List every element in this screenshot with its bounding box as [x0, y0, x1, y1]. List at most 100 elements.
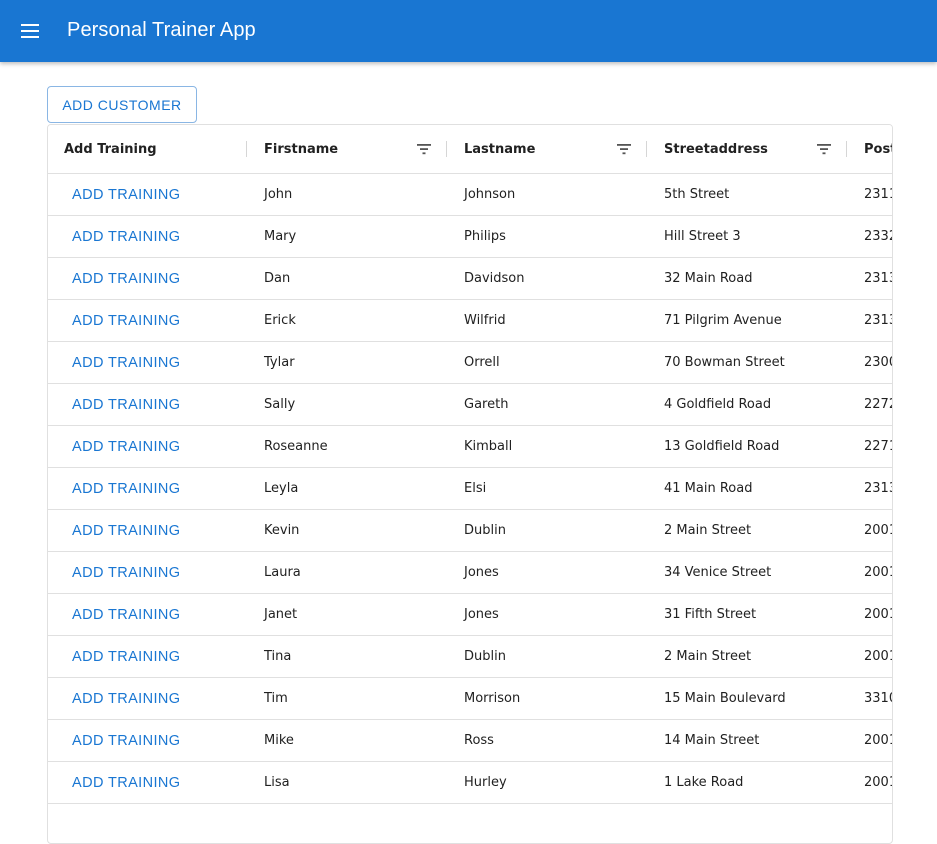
cell-firstname: Tim [264, 691, 288, 706]
cell-firstname: Sally [264, 397, 296, 412]
table-row[interactable]: ADD TRAINING Tina Dublin 2 Main Street 2001 [48, 636, 892, 678]
table-row[interactable]: ADD TRAINING Leyla Elsi 41 Main Road 2313 [48, 468, 892, 510]
add-training-button[interactable]: ADD TRAINING [72, 228, 180, 246]
cell-firstname: Tylar [264, 355, 295, 370]
hamburger-menu-icon[interactable] [15, 15, 47, 47]
add-training-button[interactable]: ADD TRAINING [72, 606, 180, 624]
add-training-button[interactable]: ADD TRAINING [72, 648, 180, 666]
cell-streetaddress: Hill Street 3 [664, 229, 741, 244]
grid-header: Add Training Firstname Lastname Streetad… [48, 125, 892, 174]
column-separator[interactable] [646, 141, 647, 157]
filter-icon[interactable] [616, 141, 632, 157]
table-row[interactable]: ADD TRAINING John Johnson 5th Street 2311 [48, 174, 892, 216]
filter-icon[interactable] [416, 141, 432, 157]
cell-postcode: 2313 [864, 481, 892, 496]
cell-streetaddress: 70 Bowman Street [664, 355, 785, 370]
cell-streetaddress: 2 Main Street [664, 523, 752, 538]
add-training-button[interactable]: ADD TRAINING [72, 522, 180, 540]
grid-body: ADD TRAININGJohnJohnson5th Street2311ADD… [48, 174, 892, 804]
table-row[interactable]: ADD TRAINING Erick Wilfrid 71 Pilgrim Avenu… [48, 300, 892, 342]
cell-firstname: Lisa [264, 775, 290, 790]
cell-streetaddress: 41 Main Road [664, 481, 753, 496]
cell-postcode: 2001 [864, 607, 892, 622]
cell-postcode: 2272 [864, 397, 892, 412]
cell-lastname: Wilfrid [464, 313, 506, 328]
cell-lastname: Morrison [464, 691, 521, 706]
cell-lastname: Elsi [464, 481, 487, 496]
cell-postcode: 2001 [864, 523, 892, 538]
add-training-button[interactable]: ADD TRAINING [72, 312, 180, 330]
cell-firstname: Janet [264, 607, 298, 622]
table-row[interactable]: ADD TRAINING Tylar Orrell 70 Bowman Street 2… [48, 342, 892, 384]
column-separator[interactable] [246, 141, 247, 157]
add-training-button[interactable]: ADD TRAINING [72, 438, 180, 456]
cell-postcode: 2300 [864, 355, 892, 370]
cell-streetaddress: 5th Street [664, 187, 730, 202]
table-row[interactable]: ADD TRAINING Sally Gareth 4 Goldfield Road 2… [48, 384, 892, 426]
column-header-firstname[interactable]: Firstname [264, 125, 338, 173]
cell-postcode: 2271 [864, 439, 892, 454]
cell-firstname: Dan [264, 271, 291, 286]
customer-grid: Add Training Firstname Lastname Streetad… [47, 124, 893, 844]
cell-streetaddress: 13 Goldfield Road [664, 439, 780, 454]
cell-lastname: Davidson [464, 271, 525, 286]
cell-postcode: 3310 [864, 691, 892, 706]
table-row[interactable]: ADD TRAINING Dan Davidson 32 Main Road 2313 [48, 258, 892, 300]
filter-icon[interactable] [816, 141, 832, 157]
cell-lastname: Kimball [464, 439, 513, 454]
cell-postcode: 2311 [864, 187, 892, 202]
table-row[interactable]: ADD TRAINING Mike Ross 14 Main Street 2001 [48, 720, 892, 762]
table-row[interactable]: ADD TRAINING Janet Jones 31 Fifth Street 200… [48, 594, 892, 636]
cell-lastname: Dublin [464, 523, 506, 538]
cell-lastname: Dublin [464, 649, 506, 664]
cell-lastname: Jones [464, 565, 499, 580]
column-header-lastname[interactable]: Lastname [464, 125, 535, 173]
cell-streetaddress: 2 Main Street [664, 649, 752, 664]
cell-postcode: 2001 [864, 565, 892, 580]
add-training-button[interactable]: ADD TRAINING [72, 480, 180, 498]
cell-lastname: Jones [464, 607, 499, 622]
table-row[interactable]: ADD TRAINING Lisa Hurley 1 Lake Road 2001 [48, 762, 892, 804]
add-training-button[interactable]: ADD TRAINING [72, 690, 180, 708]
cell-lastname: Philips [464, 229, 506, 244]
cell-streetaddress: 4 Goldfield Road [664, 397, 772, 412]
app-bar: Personal Trainer App [0, 0, 937, 62]
add-training-button[interactable]: ADD TRAINING [72, 564, 180, 582]
add-training-button[interactable]: ADD TRAINING [72, 732, 180, 750]
table-row[interactable]: ADD TRAINING Laura Jones 34 Venice Street 20… [48, 552, 892, 594]
cell-lastname: Gareth [464, 397, 509, 412]
cell-streetaddress: 1 Lake Road [664, 775, 744, 790]
cell-firstname: Leyla [264, 481, 299, 496]
cell-firstname: John [264, 187, 293, 202]
cell-firstname: Roseanne [264, 439, 328, 454]
table-row[interactable]: ADD TRAINING Tim Morrison 15 Main Boulevard… [48, 678, 892, 720]
cell-streetaddress: 71 Pilgrim Avenue [664, 313, 782, 328]
cell-firstname: Mike [264, 733, 294, 748]
column-separator[interactable] [846, 141, 847, 157]
column-header-add-training[interactable]: Add Training [64, 125, 157, 173]
cell-lastname: Johnson [464, 187, 516, 202]
cell-postcode: 2001 [864, 775, 892, 790]
add-training-button[interactable]: ADD TRAINING [72, 396, 180, 414]
cell-postcode: 2001 [864, 733, 892, 748]
cell-postcode: 2313 [864, 271, 892, 286]
add-training-button[interactable]: ADD TRAINING [72, 354, 180, 372]
table-row[interactable]: ADD TRAINING Roseanne Kimball 13 Goldfield … [48, 426, 892, 468]
cell-streetaddress: 14 Main Street [664, 733, 760, 748]
table-row[interactable]: ADD TRAINING Kevin Dublin 2 Main Street 2001 [48, 510, 892, 552]
add-training-button[interactable]: ADD TRAINING [72, 270, 180, 288]
cell-firstname: Mary [264, 229, 297, 244]
cell-firstname: Laura [264, 565, 301, 580]
cell-lastname: Ross [464, 733, 494, 748]
cell-firstname: Kevin [264, 523, 300, 538]
add-customer-button[interactable]: ADD CUSTOMER [47, 86, 197, 123]
column-header-postcode[interactable]: Postcode [864, 125, 892, 173]
cell-streetaddress: 31 Fifth Street [664, 607, 757, 622]
add-training-button[interactable]: ADD TRAINING [72, 774, 180, 792]
column-header-streetaddress[interactable]: Streetaddress [664, 125, 768, 173]
add-training-button[interactable]: ADD TRAINING [72, 186, 180, 204]
column-separator[interactable] [446, 141, 447, 157]
grid-content: Add Training Firstname Lastname Streetad… [48, 125, 892, 804]
table-row[interactable]: ADD TRAINING Mary Philips Hill Street 3 2332 [48, 216, 892, 258]
cell-postcode: 2313 [864, 313, 892, 328]
